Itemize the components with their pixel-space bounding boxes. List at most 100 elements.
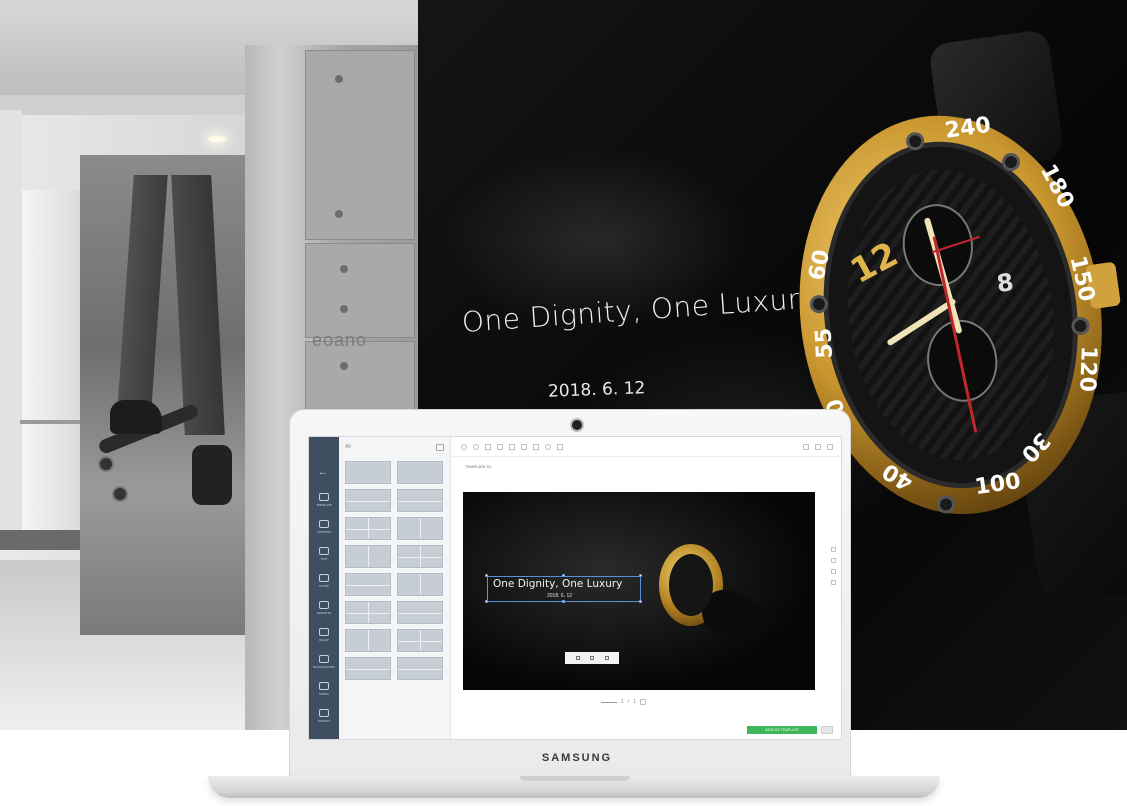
image-icon [319,628,329,636]
side-nav: ← TEMPLATE CONTENT TEXT SHAPE WIDGETS IMAGE BA… [309,437,339,739]
page-current: 1 [621,699,624,705]
delete-icon[interactable] [604,656,609,660]
template-thumbnail[interactable] [397,629,443,652]
bolt [340,362,348,370]
template-thumbnail[interactable] [397,489,443,512]
template-panel: All [339,437,451,739]
toolbar-right [803,443,833,450]
ceiling-light [208,136,226,142]
template-thumbnail[interactable] [345,629,391,652]
template-thumbnail[interactable] [345,545,391,568]
sidebar-item-label: BACKGROUND [313,665,335,669]
sidebar-item-media[interactable]: MEDIA [309,680,339,706]
template-thumbnail[interactable] [397,573,443,596]
sidebar-item-label: MEDIA [319,692,329,696]
copy-icon[interactable] [590,656,594,660]
laptop-screen: ← TEMPLATE CONTENT TEXT SHAPE WIDGETS IMAGE BA… [308,436,842,740]
template-icon [319,493,329,501]
resize-handle[interactable] [485,574,488,577]
sidebar-item-image[interactable]: IMAGE [309,626,339,652]
design-canvas[interactable]: One Dignity, One Luxury 2018. 6. 12 [463,492,815,690]
template-filter-dropdown[interactable]: All [345,444,351,450]
zoom-out-icon[interactable] [830,558,836,563]
template-thumbnail[interactable] [397,517,443,540]
wall-panel [305,50,415,240]
skateboard-wheel [112,486,128,502]
ad-date: 2018. 6. 12 [547,378,646,402]
resize-handle[interactable] [485,600,488,603]
fit-icon[interactable] [830,569,836,574]
media-icon [319,682,329,690]
template-thumbnail[interactable] [345,461,391,484]
template-thumbnail[interactable] [397,657,443,680]
edit-icon[interactable] [575,656,580,660]
laptop-brand-logo: SAMSUNG [541,752,613,764]
copy-icon[interactable] [485,443,491,450]
menu-icon[interactable] [827,443,833,450]
sidebar-item-widgets[interactable]: WIDGETS [309,599,339,625]
back-arrow-icon[interactable]: ← [318,467,328,478]
resize-handle[interactable] [639,600,642,603]
align-icon[interactable] [521,443,527,450]
text-icon [319,547,329,555]
page-navigator: 1 / 1 [601,699,646,705]
bezel-number: 120 [1074,345,1101,393]
redo-icon[interactable] [473,443,479,450]
bolt [340,305,348,313]
save-template-button[interactable]: SAVE AS TEMPLATE [747,726,817,734]
canvas-date-text[interactable]: 2018. 6. 12 [547,593,572,599]
add-page-icon[interactable] [639,699,646,705]
handrail [20,420,80,424]
floating-toolbar [565,652,619,664]
editor-area: TEMPLATE 01 One Dignity, One Luxury 2018… [451,437,841,739]
sidebar-item-template[interactable]: TEMPLATE [309,491,339,517]
wall-panel [305,341,415,421]
poster-shoe [110,400,162,434]
poster-shoe [192,445,232,505]
template-grid [345,461,445,680]
sidebar-item-background[interactable]: BACKGROUND [309,653,339,679]
template-thumbnail[interactable] [345,601,391,624]
resize-handle[interactable] [639,574,642,577]
more-button[interactable] [821,726,833,734]
template-panel-header: All [339,437,450,457]
undo-icon[interactable] [461,443,467,450]
grid-icon[interactable] [830,580,836,585]
resize-handle[interactable] [562,600,565,603]
sidebar-item-label: TEXT [320,557,328,561]
export-icon [319,709,329,717]
template-name: TEMPLATE 01 [465,464,492,469]
paste-icon[interactable] [497,443,503,450]
preview-icon[interactable] [803,443,809,450]
wall-panel [305,243,415,338]
template-thumbnail[interactable] [397,601,443,624]
template-thumbnail[interactable] [345,573,391,596]
sidebar-item-shape[interactable]: SHAPE [309,572,339,598]
bolt [340,265,348,273]
sidebar-item-label: TEMPLATE [316,503,332,507]
laptop-base-notch [520,776,630,781]
editor-toolbar [451,437,841,457]
wall-brand-emboss: eoano [312,330,368,350]
copy-icon[interactable] [436,443,444,451]
template-thumbnail[interactable] [345,517,391,540]
template-thumbnail[interactable] [345,657,391,680]
link-icon[interactable] [557,443,563,450]
sidebar-item-content[interactable]: CONTENT [309,518,339,544]
sidebar-item-text[interactable]: TEXT [309,545,339,571]
settings-icon[interactable] [545,443,551,450]
sidebar-item-label: IMAGE [319,638,329,642]
canvas-title-text[interactable]: One Dignity, One Luxury [493,578,622,590]
bolt [335,75,343,83]
page-separator: / [627,699,630,705]
template-thumbnail[interactable] [397,461,443,484]
template-thumbnail[interactable] [397,545,443,568]
layer-icon[interactable] [533,443,539,450]
pager-line [601,701,617,703]
delete-icon[interactable] [509,443,515,450]
zoom-in-icon[interactable] [830,547,836,552]
template-thumbnail[interactable] [345,489,391,512]
fullscreen-icon[interactable] [815,443,821,450]
resize-handle[interactable] [562,574,565,577]
sidebar-item-export[interactable]: EXPORT [309,707,339,733]
